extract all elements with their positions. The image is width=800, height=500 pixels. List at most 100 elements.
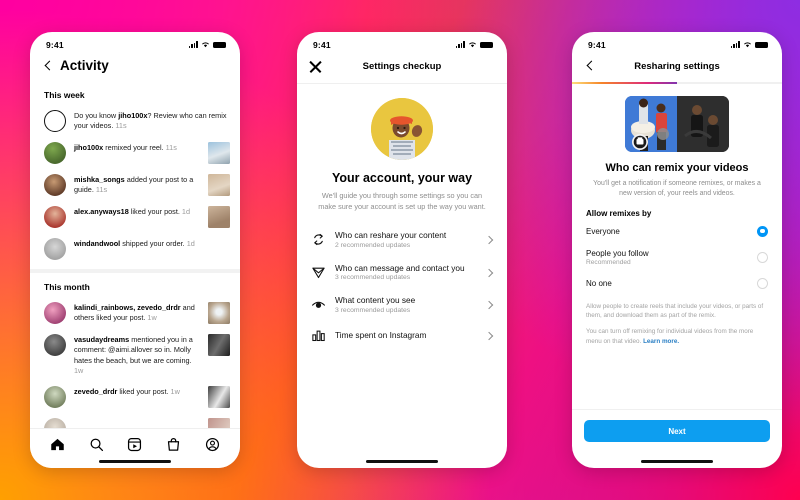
avatar[interactable] — [44, 206, 66, 228]
activity-text: windandwool shipped your order. 1d — [74, 239, 195, 248]
background-canvas: 9:41 Activity This week Do you know jiho… — [0, 0, 800, 500]
home-icon[interactable] — [50, 437, 65, 452]
option-title: No one — [586, 278, 612, 288]
legal-paragraph-2: You can turn off remixing for individual… — [586, 328, 754, 345]
profile-circle-icon[interactable] — [205, 437, 220, 452]
activity-text: kalindi_rainbows, zevedo_drdr and others… — [74, 303, 195, 323]
reels-icon[interactable] — [127, 437, 142, 452]
send-paper-plane-icon — [312, 267, 325, 278]
hero-avatar-waving-person — [371, 98, 433, 160]
header-divider — [297, 83, 507, 84]
page-title: Resharing settings — [634, 60, 720, 72]
eye-icon — [312, 302, 325, 309]
close-x-icon[interactable] — [309, 60, 322, 73]
post-thumbnail[interactable] — [208, 142, 230, 164]
list-item[interactable]: alex.anyways18 liked your post. 1d — [30, 201, 240, 233]
status-time: 9:41 — [313, 39, 331, 50]
phone-activity-screen: 9:41 Activity This week Do you know jiho… — [30, 32, 240, 468]
menu-item-subtitle: 2 recommended updates — [335, 241, 411, 249]
avatar[interactable] — [44, 174, 66, 196]
menu-item-message-contact[interactable]: Who can message and contact you 3 recomm… — [297, 256, 507, 289]
menu-item-texts: Who can message and contact you 3 recomm… — [335, 263, 476, 282]
activity-text: Do you know jiho100x? Review who can rem… — [74, 111, 227, 131]
menu-item-title: Time spent on Instagram — [335, 330, 427, 341]
list-item[interactable]: kalindi_rainbows, zevedo_drdr and others… — [30, 297, 240, 329]
post-thumbnail[interactable] — [208, 386, 230, 409]
section-this-week: This week Do you know jiho100x? Review w… — [30, 81, 240, 265]
chevron-left-icon[interactable] — [584, 60, 596, 72]
status-bar: 9:41 — [30, 32, 240, 54]
post-thumbnail[interactable] — [208, 334, 230, 356]
activity-header: Activity — [30, 54, 240, 81]
page-title: Activity — [60, 58, 109, 73]
activity-text: vasudaydreams mentioned you in a comment… — [74, 335, 193, 376]
signal-bars-icon — [455, 41, 465, 48]
activity-text: mishka_songs added your post to a guide.… — [74, 175, 194, 195]
section-this-month: This month kalindi_rainbows, zevedo_drdr… — [30, 273, 240, 445]
list-item[interactable]: mishka_songs added your post to a guide.… — [30, 169, 240, 201]
avatar[interactable] — [44, 302, 66, 324]
status-bar: 9:41 — [297, 32, 507, 54]
menu-item-texts: Who can reshare your content 2 recommend… — [335, 230, 476, 249]
list-item[interactable]: vasudaydreams mentioned you in a comment… — [30, 329, 240, 381]
menu-item-content-you-see[interactable]: What content you see 3 recommended updat… — [297, 288, 507, 321]
menu-item-texts: What content you see 3 recommended updat… — [335, 295, 476, 314]
option-texts: No one — [586, 279, 749, 288]
menu-item-title: What content you see — [335, 295, 416, 306]
chevron-right-icon — [485, 301, 493, 309]
avatar[interactable] — [44, 238, 66, 260]
menu-item-time-spent[interactable]: Time spent on Instagram — [297, 321, 507, 350]
option-title: Everyone — [586, 226, 620, 236]
next-button[interactable]: Next — [584, 420, 770, 442]
shop-bag-icon[interactable] — [166, 437, 181, 452]
progress-bar — [572, 82, 782, 84]
option-no-one[interactable]: No one — [572, 272, 782, 295]
menu-item-title: Who can message and contact you — [335, 262, 465, 273]
learn-more-link[interactable]: Learn more. — [643, 338, 679, 345]
post-thumbnail[interactable] — [208, 302, 230, 324]
radio-button[interactable] — [757, 251, 768, 263]
avatar[interactable] — [44, 386, 66, 409]
list-item[interactable]: jiho100x remixed your reel. 11s — [30, 137, 240, 169]
status-icons — [730, 41, 768, 48]
post-thumbnail[interactable] — [208, 206, 230, 228]
avatar[interactable] — [44, 142, 66, 164]
section-label: This week — [44, 90, 85, 100]
option-group-label: Allow remixes by — [586, 208, 652, 218]
list-item[interactable]: zevedo_drdr liked your post. 1w — [30, 381, 240, 413]
chevron-right-icon — [485, 235, 493, 243]
activity-text — [74, 418, 200, 419]
legal-paragraph-1: Allow people to create reels that includ… — [586, 302, 764, 320]
option-everyone[interactable]: Everyone — [572, 220, 782, 243]
page-subheading: You'll get a notification if someone rem… — [593, 180, 761, 198]
menu-item-reshare[interactable]: Who can reshare your content 2 recommend… — [297, 223, 507, 256]
status-icons — [188, 41, 226, 48]
resharing-header: Resharing settings — [572, 54, 782, 82]
option-people-you-follow[interactable]: People you follow Recommended — [572, 243, 782, 272]
phone-settings-checkup-screen: 9:41 Settings checkup Your account, your… — [297, 32, 507, 468]
footer-divider — [572, 409, 782, 410]
menu-item-subtitle: 3 recommended updates — [335, 307, 411, 315]
option-texts: People you follow Recommended — [586, 249, 749, 266]
page-heading: Who can remix your videos — [605, 162, 749, 174]
avatar[interactable] — [44, 334, 66, 356]
list-item[interactable]: windandwool shipped your order. 1d — [30, 233, 240, 265]
list-item[interactable]: Do you know jiho100x? Review who can rem… — [30, 105, 240, 137]
status-icons — [455, 41, 493, 48]
post-thumbnail[interactable] — [208, 174, 230, 196]
activity-text: alex.anyways18 liked your post. 1d — [74, 207, 191, 216]
bar-chart-icon — [312, 330, 325, 342]
radio-button[interactable] — [757, 277, 768, 289]
radio-button-selected[interactable] — [757, 225, 768, 237]
page-subheading: We'll guide you through some settings so… — [318, 191, 486, 211]
activity-text: zevedo_drdr liked your post. 1w — [74, 387, 180, 397]
section-label: This month — [44, 282, 90, 292]
status-bar: 9:41 — [572, 32, 782, 54]
chevron-left-icon[interactable] — [42, 60, 54, 72]
ring-icon — [44, 110, 66, 132]
battery-icon — [480, 41, 493, 48]
option-title: People you follow — [586, 248, 649, 258]
search-icon[interactable] — [89, 437, 104, 452]
remix-video-preview-image — [625, 96, 729, 152]
home-indicator — [641, 460, 713, 463]
